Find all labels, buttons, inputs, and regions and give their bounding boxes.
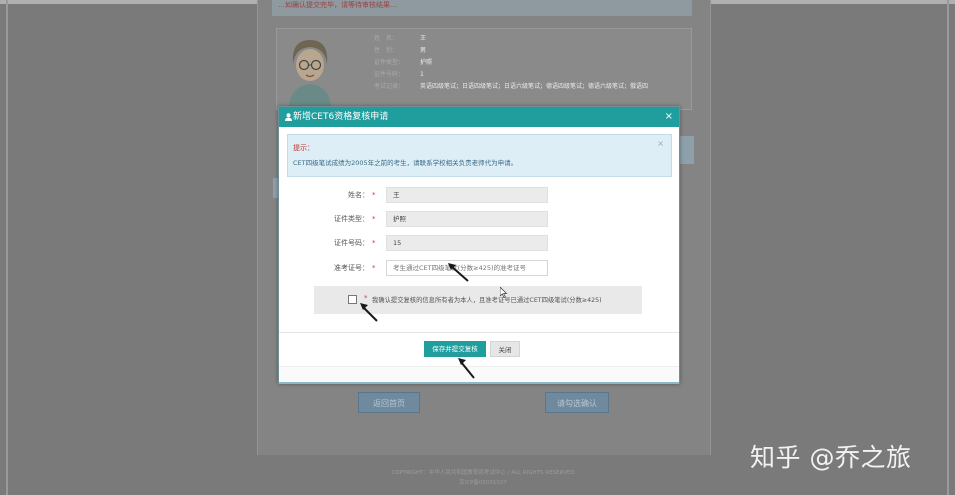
required-mark: * bbox=[372, 191, 376, 199]
name-label: 姓名： bbox=[348, 191, 369, 199]
name-row: 姓名： * 王 bbox=[279, 187, 679, 203]
dialog-divider bbox=[279, 332, 679, 333]
id-number-field: 15 bbox=[386, 235, 548, 251]
id-type-row: 证件类型： * 护照 bbox=[279, 211, 679, 227]
frame-right-line bbox=[947, 0, 949, 495]
avatar-illustration bbox=[281, 34, 339, 106]
ticket-row: 准考证号： * bbox=[279, 260, 679, 276]
cet6-review-dialog: 新增CET6资格复核申请 × 提示： CET四级笔试成绩为2005年之前的考生，… bbox=[278, 106, 680, 384]
footer-icp: 京ICP备05031027 bbox=[459, 480, 507, 486]
ticket-label: 准考证号： bbox=[334, 264, 369, 272]
name-field: 王 bbox=[386, 187, 548, 203]
required-mark: * bbox=[372, 239, 376, 247]
footer-copyright: COPYRIGHT：中华人民共和国教育部考试中心 / ALL RIGHTS RE… bbox=[391, 470, 575, 476]
background-profile-fields: 姓 名：王 性 别：男 证件类型： 护照 证件号码： 1 考试记录： 英语四级笔试；日… bbox=[374, 35, 649, 90]
watermark: 知乎 @乔之旅 bbox=[750, 443, 912, 472]
confirm-checkbox[interactable] bbox=[348, 295, 357, 304]
tip-title: 提示： bbox=[293, 144, 314, 152]
required-mark: * bbox=[372, 264, 376, 272]
arrow-pointer-icon bbox=[458, 358, 475, 379]
dialog-title: 新增CET6资格复核申请 bbox=[293, 112, 389, 122]
arrow-pointer-icon bbox=[448, 263, 469, 282]
arrow-pointer-icon bbox=[360, 303, 378, 322]
back-home-button[interactable]: 返回首页 bbox=[358, 392, 420, 413]
frame-left-line bbox=[6, 0, 8, 495]
id-number-row: 证件号码： * 15 bbox=[279, 235, 679, 251]
close-icon[interactable]: × bbox=[665, 107, 673, 127]
tip-close-icon[interactable]: × bbox=[657, 139, 664, 148]
close-button[interactable]: 关闭 bbox=[490, 341, 520, 357]
required-mark: * bbox=[372, 215, 376, 223]
read-confirm-button[interactable]: 请勾选确认 bbox=[545, 392, 609, 413]
tip-body: CET四级笔试成绩为2005年之前的考生，请联系学校相关负责老师代为申请。 bbox=[293, 159, 518, 167]
required-mark: * bbox=[364, 294, 368, 302]
dialog-header: 新增CET6资格复核申请 × bbox=[279, 107, 679, 127]
confirm-text: 我确认提交复核的信息所有者为本人，且准考证号已通过CET四级笔试(分数≥425) bbox=[372, 297, 602, 304]
page-footer: COPYRIGHT：中华人民共和国教育部考试中心 / ALL RIGHTS RE… bbox=[257, 468, 709, 488]
id-type-label: 证件类型： bbox=[334, 215, 369, 223]
background-panel-edge bbox=[680, 136, 694, 164]
mouse-cursor-icon bbox=[500, 287, 508, 298]
id-type-field: 护照 bbox=[386, 211, 548, 227]
dialog-bottom-line bbox=[279, 382, 679, 384]
user-icon bbox=[285, 113, 292, 121]
tip-alert: 提示： CET四级笔试成绩为2005年之前的考生，请联系学校相关负责老师代为申请… bbox=[287, 134, 672, 177]
id-number-label: 证件号码： bbox=[334, 239, 369, 247]
background-notice: …如确认提交完毕，请等待审核结果… bbox=[272, 0, 692, 16]
save-submit-button[interactable]: 保存并提交复核 bbox=[424, 341, 486, 357]
